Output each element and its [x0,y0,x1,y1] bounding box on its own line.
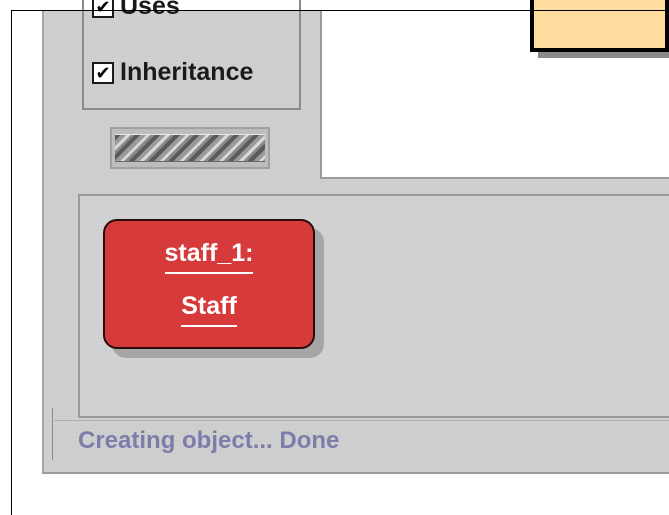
object-name: staff_1: [164,241,254,274]
class-box-shadow [538,52,669,58]
inheritance-label: Inheritance [120,58,254,86]
object-node-staff[interactable]: staff_1: Staff [103,219,315,349]
inheritance-checkbox[interactable]: ✔ [92,61,114,84]
splitter-handle[interactable] [110,127,270,169]
frame-left-border [11,10,12,515]
window-left-edge [42,11,44,474]
object-type: Staff [181,294,237,327]
window-bottom-edge [42,472,669,474]
class-box[interactable] [530,0,669,52]
status-bar: Creating object... Done [54,420,669,461]
inheritance-option[interactable]: ✔ Inheritance [92,58,253,87]
uses-checkbox[interactable]: ✔ [92,0,114,18]
splitter-grip-icon[interactable] [115,134,265,162]
relationship-options-group: ✔ Uses ✔ Inheritance [82,0,301,110]
status-message: Creating object... Done [78,427,340,454]
frame-top-border [11,10,669,11]
inner-left-divider [52,408,53,460]
